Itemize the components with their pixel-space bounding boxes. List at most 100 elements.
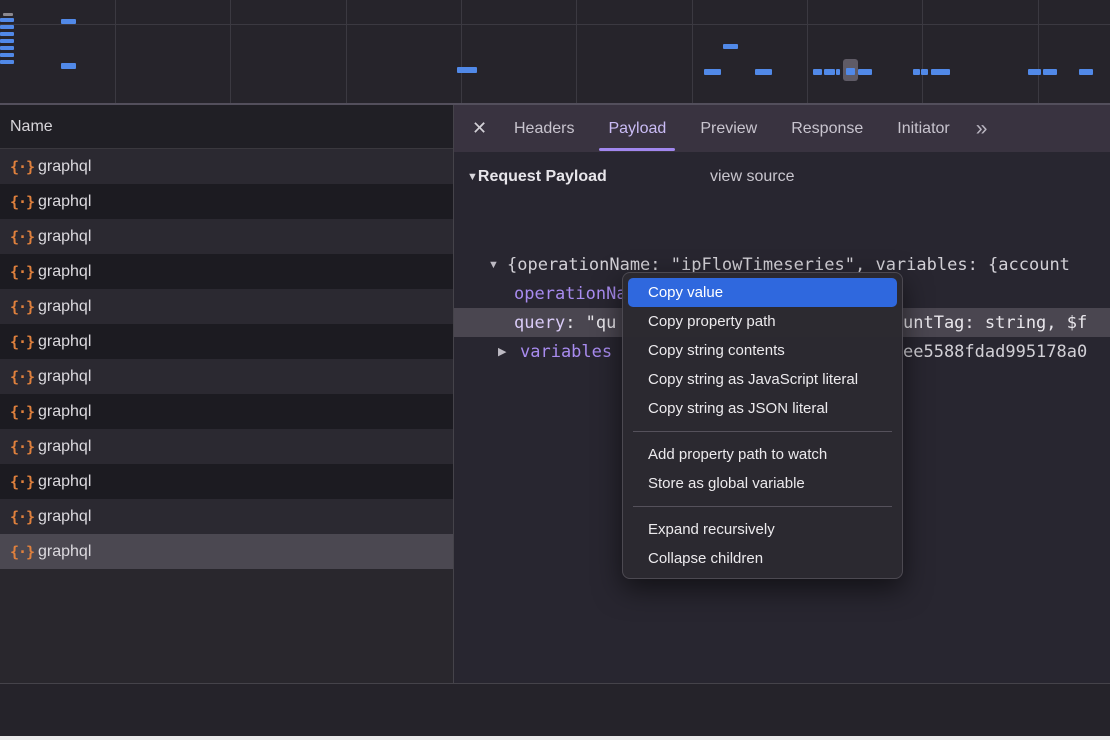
overview-request-bar — [0, 18, 14, 22]
close-icon[interactable]: ✕ — [472, 118, 500, 139]
request-list: Name {·}graphql{·}graphql{·}graphql{·}gr… — [0, 105, 453, 683]
overview-request-bar — [61, 19, 76, 24]
network-request-row[interactable]: {·}graphql — [0, 464, 453, 499]
network-request-row[interactable]: {·}graphql — [0, 324, 453, 359]
context-menu-item-add-property-path-to-watch[interactable]: Add property path to watch — [623, 440, 902, 469]
overview-request-bar — [1079, 69, 1093, 75]
overview-gridline — [692, 0, 693, 103]
overview-request-bar — [824, 69, 835, 75]
request-name: graphql — [38, 473, 91, 491]
overview-request-bar — [1043, 69, 1057, 75]
json-braces-icon: {·} — [0, 193, 38, 211]
tab-payload[interactable]: Payload — [608, 105, 666, 152]
context-menu-separator — [633, 506, 892, 507]
request-payload-section-header[interactable]: ▼ Request Payload view source — [454, 162, 1110, 192]
network-request-row[interactable]: {·}graphql — [0, 289, 453, 324]
network-request-row[interactable]: {·}graphql — [0, 499, 453, 534]
json-braces-icon: {·} — [0, 158, 38, 176]
property-key: query — [454, 313, 565, 333]
screenshot-bottom-edge — [0, 736, 1110, 740]
overview-gridline — [115, 0, 116, 103]
name-column-label: Name — [0, 118, 53, 136]
request-name: graphql — [38, 333, 91, 351]
overview-gridline — [576, 0, 577, 103]
json-braces-icon: {·} — [0, 403, 38, 421]
tab-initiator[interactable]: Initiator — [897, 105, 949, 152]
json-braces-icon: {·} — [0, 298, 38, 316]
network-request-row[interactable]: {·}graphql — [0, 184, 453, 219]
request-name: graphql — [38, 158, 91, 176]
context-menu-item-expand-recursively[interactable]: Expand recursively — [623, 515, 902, 544]
json-braces-icon: {·} — [0, 543, 38, 561]
context-menu-item-copy-string-as-javascript-literal[interactable]: Copy string as JavaScript literal — [623, 365, 902, 394]
overview-gridline — [922, 0, 923, 103]
property-key: operationName — [454, 284, 647, 304]
overview-request-bar — [704, 69, 721, 75]
overview-request-bar — [846, 68, 855, 75]
tab-preview[interactable]: Preview — [700, 105, 757, 152]
collapsed-arrow-icon[interactable]: ▶ — [498, 345, 506, 358]
request-list-name-column-header[interactable]: Name — [0, 105, 453, 149]
json-braces-icon: {·} — [0, 508, 38, 526]
request-name: graphql — [38, 298, 91, 316]
overview-request-bar — [858, 69, 872, 75]
network-request-row[interactable]: {·}graphql — [0, 149, 453, 184]
property-key: variables — [454, 342, 612, 362]
overview-request-bar — [61, 63, 76, 69]
overview-request-bar — [0, 32, 14, 36]
overview-request-bar — [755, 69, 772, 75]
overview-gridline — [230, 0, 231, 103]
request-name: graphql — [38, 193, 91, 211]
overview-request-bar — [3, 13, 13, 16]
json-braces-icon: {·} — [0, 333, 38, 351]
overview-request-bar — [457, 67, 477, 73]
section-collapse-icon[interactable]: ▼ — [454, 171, 478, 183]
network-request-row[interactable]: {·}graphql — [0, 254, 453, 289]
more-tabs-icon[interactable]: » — [976, 117, 986, 141]
overview-request-bar — [0, 53, 14, 57]
overview-request-bar — [0, 25, 14, 29]
overview-request-bar — [0, 39, 14, 43]
json-braces-icon: {·} — [0, 368, 38, 386]
overview-gridline — [1038, 0, 1039, 103]
tab-headers[interactable]: Headers — [514, 105, 574, 152]
overview-request-bar — [913, 69, 920, 75]
request-name: graphql — [38, 263, 91, 281]
network-request-row[interactable]: {·}graphql — [0, 359, 453, 394]
property-value-start: : "qu — [565, 313, 616, 333]
context-menu-item-copy-string-as-json-literal[interactable]: Copy string as JSON literal — [623, 394, 902, 423]
overview-request-bar — [1028, 69, 1041, 75]
context-menu-item-collapse-children[interactable]: Collapse children — [623, 544, 902, 573]
overview-request-bar — [0, 60, 14, 64]
context-menu-separator — [633, 431, 892, 432]
network-overview-timeline[interactable] — [0, 0, 1110, 105]
overview-gridline — [461, 0, 462, 103]
request-name: graphql — [38, 438, 91, 456]
json-braces-icon: {·} — [0, 228, 38, 246]
variables-preview-fragment: ee5588fdad995178a0 — [903, 342, 1087, 362]
context-menu-item-copy-property-path[interactable]: Copy property path — [623, 307, 902, 336]
overview-gridline — [807, 0, 808, 103]
network-request-row[interactable]: {·}graphql — [0, 429, 453, 464]
request-name: graphql — [38, 368, 91, 386]
json-braces-icon: {·} — [0, 473, 38, 491]
view-source-link[interactable]: view source — [710, 168, 794, 186]
request-name: graphql — [38, 403, 91, 421]
context-menu: Copy valueCopy property pathCopy string … — [622, 272, 903, 579]
request-name: graphql — [38, 228, 91, 246]
overview-request-bar — [813, 69, 822, 75]
network-request-row[interactable]: {·}graphql — [0, 534, 453, 569]
overview-gridline-horizontal — [0, 24, 1110, 25]
network-request-row[interactable]: {·}graphql — [0, 394, 453, 429]
overview-request-bar — [723, 44, 738, 49]
tab-response[interactable]: Response — [791, 105, 863, 152]
request-name: graphql — [38, 508, 91, 526]
section-title: Request Payload — [478, 168, 607, 186]
expand-arrow-icon[interactable]: ▼ — [488, 259, 499, 271]
overview-request-bar — [921, 69, 928, 75]
context-menu-item-copy-string-contents[interactable]: Copy string contents — [623, 336, 902, 365]
network-request-row[interactable]: {·}graphql — [0, 219, 453, 254]
context-menu-item-store-as-global-variable[interactable]: Store as global variable — [623, 469, 902, 498]
devtools-network-panel: Name {·}graphql{·}graphql{·}graphql{·}gr… — [0, 0, 1110, 740]
context-menu-item-copy-value[interactable]: Copy value — [628, 278, 897, 307]
